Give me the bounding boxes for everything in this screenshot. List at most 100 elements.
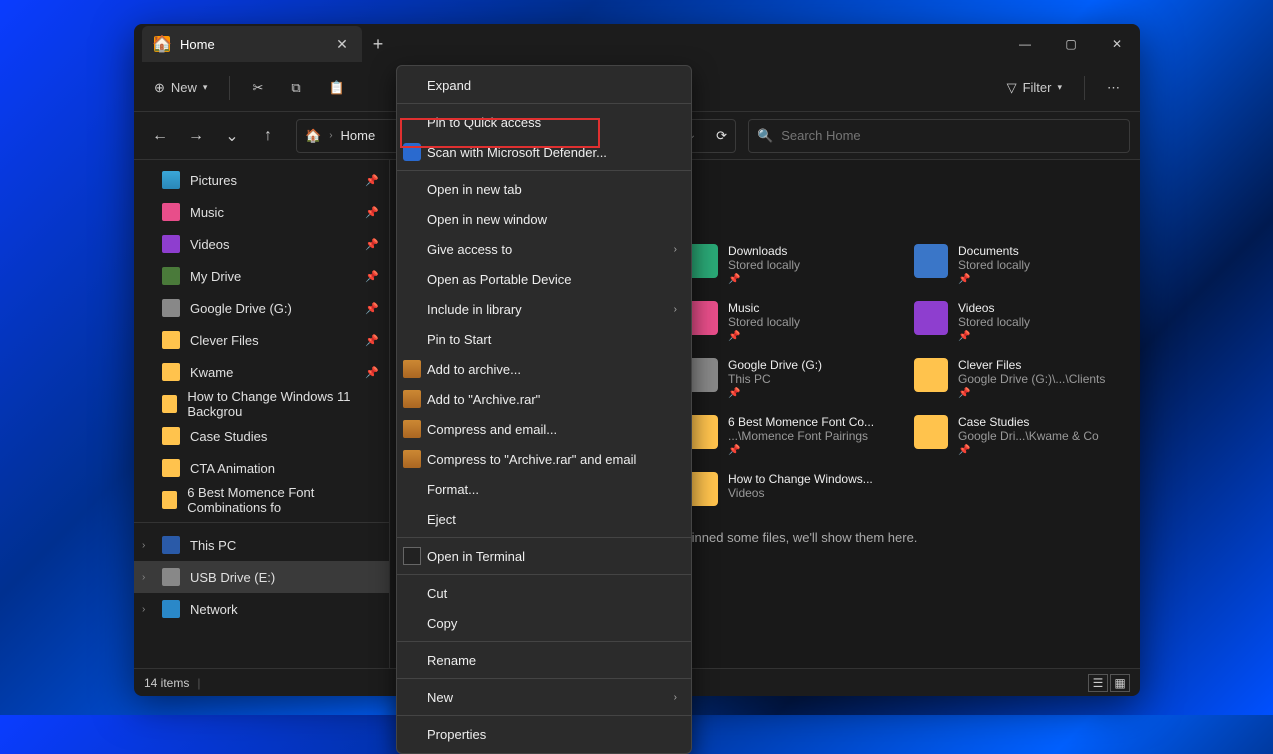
archive-icon [403, 360, 421, 378]
ctx-include-in-library[interactable]: Include in library› [397, 294, 691, 324]
close-button[interactable]: ✕ [1094, 24, 1140, 64]
tab-title: Home [180, 37, 324, 52]
ctx-open-in-terminal[interactable]: Open in Terminal [397, 541, 691, 571]
new-tab-button[interactable]: + [362, 34, 394, 55]
item-name: How to Change Windows... [728, 472, 873, 486]
item-name: Case Studies [958, 415, 1099, 429]
ctx-scan-with-microsoft-defender-[interactable]: Scan with Microsoft Defender... [397, 137, 691, 167]
ctx-compress-and-email-[interactable]: Compress and email... [397, 414, 691, 444]
quick-access-item[interactable]: Case StudiesGoogle Dri...\Kwame & Co📌 [910, 411, 1140, 460]
details-view-button[interactable]: ☰ [1088, 674, 1108, 692]
ctx-label: Compress and email... [427, 422, 557, 437]
archive-icon [403, 420, 421, 438]
quick-access-item[interactable]: MusicStored locally📌 [680, 297, 910, 346]
chevron-right-icon: › [142, 572, 145, 583]
search-box[interactable]: 🔍 [748, 119, 1130, 153]
ctx-label: Open in new tab [427, 182, 522, 197]
ctx-open-as-portable-device[interactable]: Open as Portable Device [397, 264, 691, 294]
ctx-add-to-archive-rar-[interactable]: Add to "Archive.rar" [397, 384, 691, 414]
quick-access-item[interactable]: Clever FilesGoogle Drive (G:)\...\Client… [910, 354, 1140, 403]
ctx-expand[interactable]: Expand [397, 70, 691, 100]
maximize-button[interactable]: ▢ [1048, 24, 1094, 64]
sidebar-item-clever-files[interactable]: Clever Files📌 [134, 324, 389, 356]
ctx-new[interactable]: New› [397, 682, 691, 712]
ctx-open-in-new-tab[interactable]: Open in new tab [397, 174, 691, 204]
ctx-add-to-archive-[interactable]: Add to archive... [397, 354, 691, 384]
ctx-properties[interactable]: Properties [397, 719, 691, 749]
quick-access-item[interactable]: DocumentsStored locally📌 [910, 240, 1140, 289]
up-button[interactable]: ↑ [252, 120, 284, 152]
sidebar-item-label: Kwame [190, 365, 233, 380]
titlebar: 🏠 Home ✕ + — ▢ ✕ [134, 24, 1140, 64]
minimize-button[interactable]: — [1002, 24, 1048, 64]
ctx-open-in-new-window[interactable]: Open in new window [397, 204, 691, 234]
sidebar-item-how-to-change-windows-11-backgrou[interactable]: How to Change Windows 11 Backgrou [134, 388, 389, 420]
ctx-cut[interactable]: Cut [397, 578, 691, 608]
quick-access-item[interactable]: Google Drive (G:)This PC📌 [680, 354, 910, 403]
new-button[interactable]: ⊕ New ▾ [144, 74, 217, 102]
tab-home[interactable]: 🏠 Home ✕ [142, 26, 362, 62]
sidebar-item-my-drive[interactable]: My Drive📌 [134, 260, 389, 292]
sidebar-item-label: Network [190, 602, 238, 617]
paste-button[interactable]: 📋 [319, 74, 355, 102]
forward-button[interactable]: → [180, 120, 212, 152]
ctx-pin-to-start[interactable]: Pin to Start [397, 324, 691, 354]
item-count: 14 items [144, 676, 189, 690]
sidebar-item-videos[interactable]: Videos📌 [134, 228, 389, 260]
sidebar-item-case-studies[interactable]: Case Studies [134, 420, 389, 452]
quick-access-item[interactable]: VideosStored locally📌 [910, 297, 1140, 346]
sidebar-item-label: How to Change Windows 11 Backgrou [187, 389, 377, 419]
sidebar-item-cta-animation[interactable]: CTA Animation [134, 452, 389, 484]
chevron-right-icon: › [142, 540, 145, 551]
ctx-format-[interactable]: Format... [397, 474, 691, 504]
ctx-label: Cut [427, 586, 447, 601]
search-input[interactable] [781, 128, 1121, 143]
ctx-give-access-to[interactable]: Give access to› [397, 234, 691, 264]
pin-icon: 📌 [728, 445, 874, 456]
cut-button[interactable]: ✂ [242, 74, 273, 102]
copy-button[interactable]: ⧉ [281, 74, 310, 102]
filter-button[interactable]: ▽ Filter ▾ [997, 74, 1072, 102]
copy-icon: ⧉ [291, 80, 300, 96]
pin-icon: 📌 [365, 270, 379, 283]
ctx-rename[interactable]: Rename [397, 645, 691, 675]
icons-view-button[interactable]: ▦ [1110, 674, 1130, 692]
more-icon: ⋯ [1107, 80, 1120, 96]
quick-access-item[interactable]: 6 Best Momence Font Co......\Momence Fon… [680, 411, 910, 460]
ctx-copy[interactable]: Copy [397, 608, 691, 638]
sidebar-item-kwame[interactable]: Kwame📌 [134, 356, 389, 388]
filter-icon: ▽ [1007, 80, 1017, 96]
quick-access-item[interactable]: How to Change Windows...Videos [680, 468, 910, 510]
sidebar-nav-this-pc[interactable]: ›This PC [134, 529, 389, 561]
archive-icon [403, 450, 421, 468]
ctx-label: Format... [427, 482, 479, 497]
folder-icon [162, 395, 177, 413]
sidebar-nav-network[interactable]: ›Network [134, 593, 389, 625]
sidebar-item-pictures[interactable]: Pictures📌 [134, 164, 389, 196]
ctx-eject[interactable]: Eject [397, 504, 691, 534]
back-button[interactable]: ← [144, 120, 176, 152]
folder-icon [162, 363, 180, 381]
item-location: Google Drive (G:)\...\Clients [958, 372, 1105, 386]
sidebar-item-google-drive-g-[interactable]: Google Drive (G:)📌 [134, 292, 389, 324]
ctx-label: Pin to Quick access [427, 115, 541, 130]
close-tab-icon[interactable]: ✕ [334, 36, 350, 53]
sidebar-item-6-best-momence-font-combinations-fo[interactable]: 6 Best Momence Font Combinations fo [134, 484, 389, 516]
recent-button[interactable]: ⌄ [216, 120, 248, 152]
folder-icon [162, 459, 180, 477]
ctx-pin-to-quick-access[interactable]: Pin to Quick access [397, 107, 691, 137]
sidebar-item-label: CTA Animation [190, 461, 275, 476]
more-button[interactable]: ⋯ [1097, 74, 1130, 102]
refresh-button[interactable]: ⟳ [716, 128, 727, 144]
sidebar: Pictures📌Music📌Videos📌My Drive📌Google Dr… [134, 160, 390, 668]
sidebar-item-music[interactable]: Music📌 [134, 196, 389, 228]
pin-icon: 📌 [365, 206, 379, 219]
archive-icon [403, 390, 421, 408]
folder-icon [914, 301, 948, 335]
shield-icon [403, 143, 421, 161]
ctx-label: Add to archive... [427, 362, 521, 377]
folder-icon [162, 235, 180, 253]
quick-access-item[interactable]: DownloadsStored locally📌 [680, 240, 910, 289]
sidebar-nav-usb-drive-e-[interactable]: ›USB Drive (E:) [134, 561, 389, 593]
ctx-compress-to-archive-rar-and-email[interactable]: Compress to "Archive.rar" and email [397, 444, 691, 474]
